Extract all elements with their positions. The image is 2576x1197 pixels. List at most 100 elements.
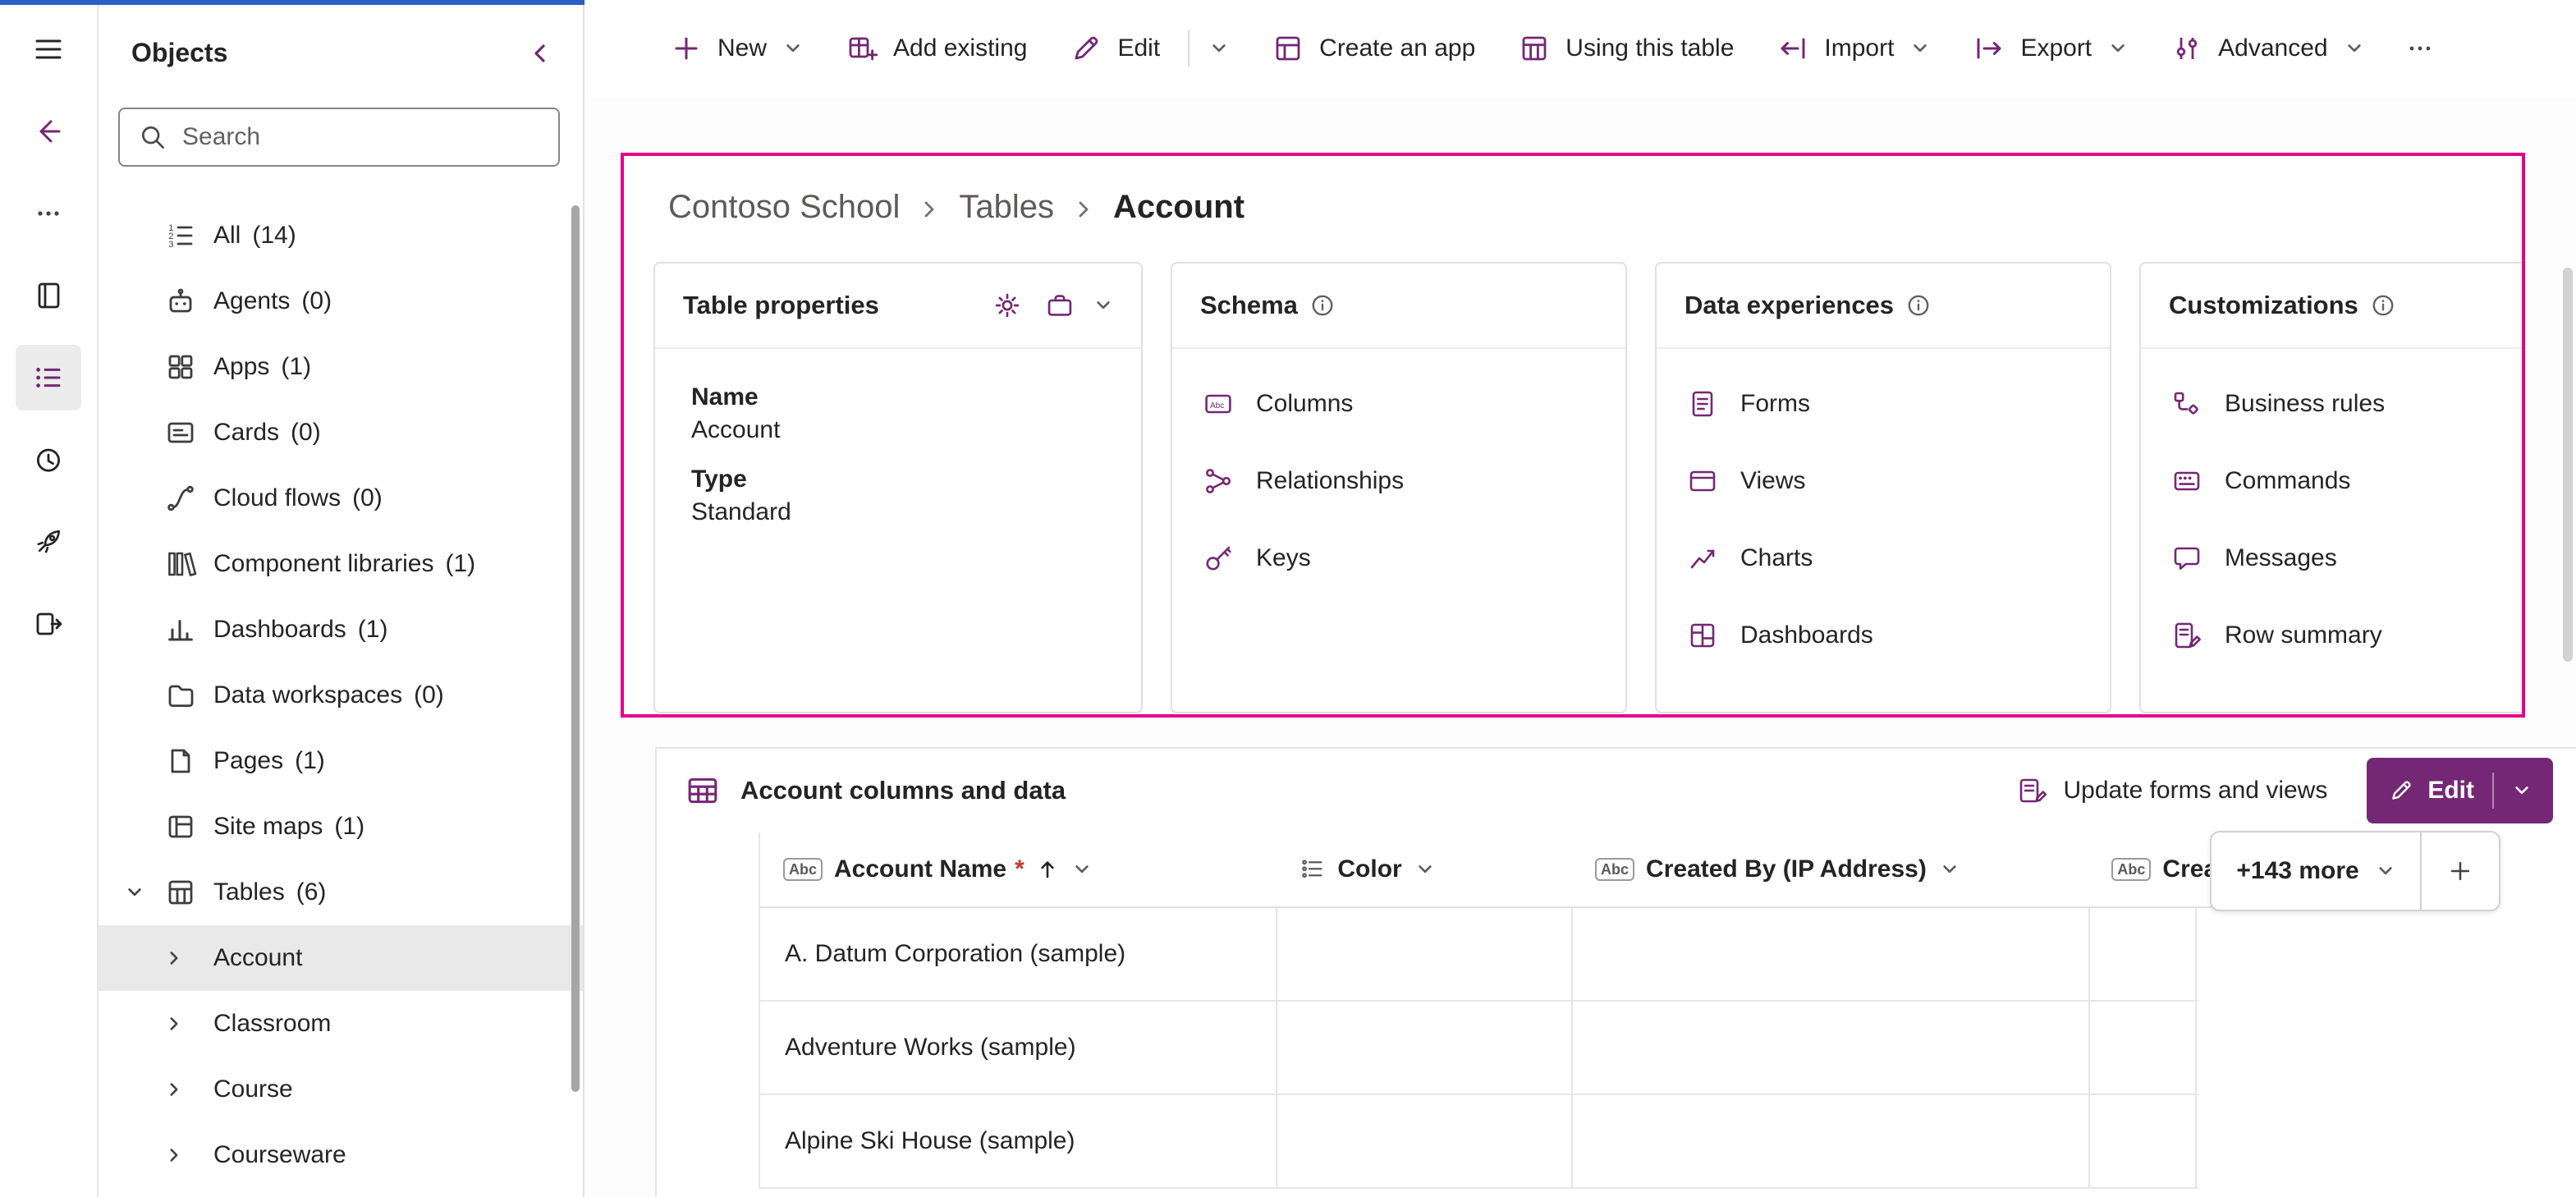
hamburger-menu-button[interactable] bbox=[16, 16, 81, 82]
table-row[interactable]: Adventure Works (sample) bbox=[760, 1002, 2198, 1095]
plus-icon bbox=[670, 32, 703, 65]
rail-publish-button[interactable] bbox=[16, 591, 81, 657]
color-cell[interactable] bbox=[1277, 908, 1573, 1000]
truncated-cell[interactable] bbox=[2090, 908, 2197, 1000]
advanced-button[interactable]: Advanced bbox=[2151, 16, 2383, 81]
chevron-down-icon[interactable] bbox=[2512, 781, 2532, 800]
table-row[interactable]: A. Datum Corporation (sample) bbox=[760, 908, 2198, 1002]
created-by-ip-cell[interactable] bbox=[1573, 1095, 2090, 1187]
update-forms-and-views-button[interactable]: Update forms and views bbox=[2016, 774, 2328, 807]
export-button[interactable]: Export bbox=[1953, 16, 2147, 81]
create-an-app-button[interactable]: Create an app bbox=[1252, 16, 1495, 81]
more-columns-button[interactable]: +143 more bbox=[2212, 832, 2419, 910]
sidebar-item-table-account[interactable]: Account bbox=[99, 925, 583, 991]
edit-button-label: Edit bbox=[2427, 777, 2474, 805]
add-column-button[interactable] bbox=[2420, 832, 2499, 910]
sidebar-item-cards[interactable]: Cards (0) bbox=[99, 400, 583, 466]
created-by-ip-cell[interactable] bbox=[1573, 908, 2090, 1000]
add-existing-button[interactable]: Add existing bbox=[826, 16, 1047, 81]
sidebar-item-dashboards[interactable]: Dashboards (1) bbox=[99, 597, 583, 663]
breadcrumb-tables-link[interactable]: Tables bbox=[959, 189, 1054, 226]
name-label: Name bbox=[691, 383, 1112, 411]
truncated-cell[interactable] bbox=[2090, 1002, 2197, 1094]
account-name-cell[interactable]: Alpine Ski House (sample) bbox=[760, 1095, 1277, 1187]
sidebar-item-table-classroom[interactable]: Classroom bbox=[99, 991, 583, 1057]
sidebar-item-pages[interactable]: Pages (1) bbox=[99, 728, 583, 794]
rail-launch-button[interactable] bbox=[16, 509, 81, 575]
sidebar-item-agents[interactable]: Agents (0) bbox=[99, 268, 583, 334]
color-cell[interactable] bbox=[1277, 1095, 1573, 1187]
search-input[interactable] bbox=[182, 123, 540, 151]
schema-keys-link[interactable]: Keys bbox=[1202, 520, 1602, 597]
breadcrumb-solution-link[interactable]: Contoso School bbox=[668, 189, 900, 226]
vertical-scrollbar[interactable] bbox=[2563, 268, 2573, 662]
dashboards-link[interactable]: Dashboards bbox=[1686, 597, 2087, 674]
new-button[interactable]: New bbox=[650, 16, 823, 81]
import-button[interactable]: Import bbox=[1757, 16, 1950, 81]
business-rules-link[interactable]: Business rules bbox=[2170, 365, 2509, 443]
charts-link[interactable]: Charts bbox=[1686, 520, 2087, 597]
sidebar-item-cloud-flows[interactable]: Cloud flows (0) bbox=[99, 466, 583, 531]
commandbar-more-button[interactable] bbox=[2387, 16, 2453, 81]
forms-link[interactable]: Forms bbox=[1686, 365, 2087, 443]
messages-link[interactable]: Messages bbox=[2170, 520, 2509, 597]
item-label: Dashboards bbox=[1740, 621, 1873, 649]
bot-icon bbox=[164, 285, 213, 318]
column-header-created-by-ip[interactable]: Abc Created By (IP Address) bbox=[1572, 832, 2088, 906]
rail-more-button[interactable] bbox=[16, 181, 81, 246]
panel-title: Account columns and data bbox=[740, 776, 1066, 805]
chevron-right-icon[interactable] bbox=[164, 1080, 213, 1099]
sidebar-scrollbar[interactable] bbox=[571, 205, 580, 1092]
sidebar-item-apps[interactable]: Apps (1) bbox=[99, 334, 583, 400]
edit-table-button[interactable]: Edit bbox=[2367, 758, 2553, 823]
using-this-table-button[interactable]: Using this table bbox=[1498, 16, 1753, 81]
info-icon[interactable] bbox=[1311, 294, 1334, 317]
settings-gear-icon[interactable] bbox=[992, 290, 1023, 321]
column-header-truncated[interactable]: Abc Crea +143 more bbox=[2088, 832, 2418, 906]
info-icon[interactable] bbox=[2372, 294, 2395, 317]
chevron-right-icon[interactable] bbox=[164, 1014, 213, 1034]
chevron-down-icon[interactable] bbox=[1209, 39, 1229, 58]
sidebar-collapse-button[interactable] bbox=[527, 40, 553, 66]
rail-notebook-button[interactable] bbox=[16, 263, 81, 328]
column-header-account-name[interactable]: Abc Account Name * bbox=[760, 832, 1277, 906]
item-label: Views bbox=[1740, 467, 1805, 495]
rail-history-button[interactable] bbox=[16, 427, 81, 493]
sidebar-item-tables[interactable]: Tables (6) bbox=[99, 860, 583, 925]
commands-link[interactable]: Commands bbox=[2170, 443, 2509, 520]
sidebar-item-component-libraries[interactable]: Component libraries (1) bbox=[99, 531, 583, 597]
item-label: All bbox=[213, 222, 241, 250]
sidebar-item-all[interactable]: 123 All (14) bbox=[99, 203, 583, 268]
sidebar-item-data-workspaces[interactable]: Data workspaces (0) bbox=[99, 663, 583, 728]
created-by-ip-cell[interactable] bbox=[1573, 1002, 2090, 1094]
column-header-color[interactable]: Color bbox=[1277, 832, 1572, 906]
sidebar-item-table-courseware[interactable]: Courseware bbox=[99, 1122, 583, 1188]
sidebar-item-site-maps[interactable]: Site maps (1) bbox=[99, 794, 583, 860]
color-cell[interactable] bbox=[1277, 1002, 1573, 1094]
edit-split-button[interactable]: Edit bbox=[1050, 16, 1249, 81]
type-label: Type bbox=[691, 466, 1112, 493]
chevron-right-icon[interactable] bbox=[164, 948, 213, 968]
table-row[interactable]: Alpine Ski House (sample) bbox=[760, 1095, 2198, 1189]
info-icon[interactable] bbox=[1907, 294, 1930, 317]
account-name-cell[interactable]: A. Datum Corporation (sample) bbox=[760, 908, 1277, 1000]
account-name-cell[interactable]: Adventure Works (sample) bbox=[760, 1002, 1277, 1094]
chevron-down-icon[interactable] bbox=[1940, 860, 1960, 879]
rail-objects-button[interactable] bbox=[16, 345, 81, 410]
row-summary-link[interactable]: Row summary bbox=[2170, 597, 2509, 674]
item-label: Keys bbox=[1256, 544, 1311, 572]
truncated-cell[interactable] bbox=[2090, 1095, 2197, 1187]
schema-relationships-link[interactable]: Relationships bbox=[1202, 443, 1602, 520]
chevron-down-icon[interactable] bbox=[1415, 860, 1435, 879]
chevron-down-icon[interactable] bbox=[1093, 296, 1113, 315]
back-button[interactable] bbox=[16, 99, 81, 164]
views-link[interactable]: Views bbox=[1686, 443, 2087, 520]
chevron-right-icon[interactable] bbox=[164, 1145, 213, 1165]
sidebar-item-table-course[interactable]: Course bbox=[99, 1057, 583, 1122]
item-label: Courseware bbox=[213, 1141, 346, 1169]
chevron-down-icon[interactable] bbox=[125, 883, 164, 902]
chevron-down-icon[interactable] bbox=[1072, 860, 1092, 879]
schema-columns-link[interactable]: Abc Columns bbox=[1202, 365, 1602, 443]
notebook-icon bbox=[32, 279, 65, 312]
briefcase-icon[interactable] bbox=[1044, 290, 1075, 321]
